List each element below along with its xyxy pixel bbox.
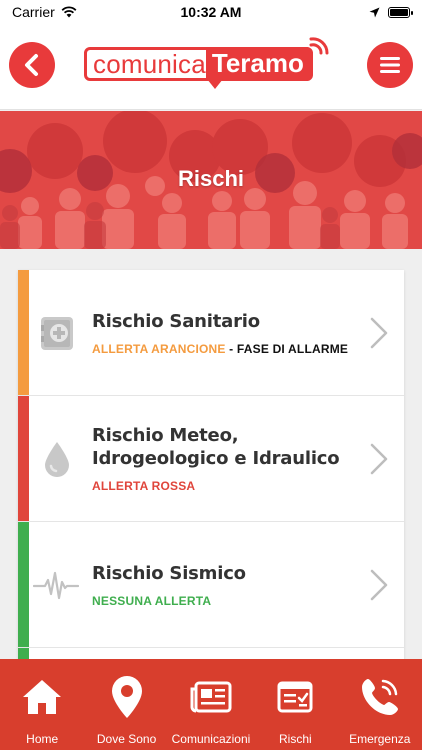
nav-emergenza[interactable]: Emergenza (338, 659, 422, 750)
newspaper-icon (190, 674, 232, 720)
hamburger-menu-icon (380, 57, 400, 73)
home-icon (22, 674, 62, 720)
medical-kit-icon (38, 313, 76, 353)
risk-status: NESSUNA ALLERTA (92, 594, 356, 608)
chevron-right-icon (370, 569, 388, 600)
nav-label: Dove Sono (96, 732, 157, 746)
alert-color-bar (18, 396, 29, 521)
menu-button[interactable] (367, 42, 413, 88)
water-drop-icon (38, 439, 76, 479)
back-button[interactable] (9, 42, 55, 88)
wifi-icon (61, 6, 77, 18)
app-logo: comunica Teramo (84, 37, 329, 89)
logo-text-comunica: comunica (93, 49, 206, 79)
bottom-navigation: Home Dove Sono Comunicazioni Rischi Emer… (0, 659, 422, 750)
location-pin-icon (111, 674, 143, 720)
alert-color-bar (18, 522, 29, 647)
page-banner: Rischi (0, 111, 422, 249)
nav-rischi[interactable]: Rischi (253, 659, 337, 750)
page-title: Rischi (177, 166, 245, 191)
risk-title: Rischio Sanitario (92, 310, 260, 332)
nav-comunicazioni[interactable]: Comunicazioni (169, 659, 253, 750)
risk-item-sanitario[interactable]: Rischio Sanitario ALLERTA ARANCIONE - FA… (18, 270, 404, 396)
nav-label: Emergenza (349, 732, 411, 746)
risk-list: Rischio Sanitario ALLERTA ARANCIONE - FA… (18, 270, 404, 660)
chevron-right-icon (370, 317, 388, 348)
risk-status: ALLERTA ROSSA (92, 479, 356, 493)
nav-dove-sono[interactable]: Dove Sono (85, 659, 169, 750)
risk-title: Rischio Sismico (92, 562, 246, 584)
phone-icon (358, 674, 402, 720)
nav-label: Comunicazioni (171, 732, 251, 746)
risk-title: Rischio Meteo, Idrogeologico e Idraulico (92, 425, 340, 469)
nav-label: Home (26, 732, 59, 746)
nav-home[interactable]: Home (0, 659, 84, 750)
risk-item-meteo[interactable]: Rischio Meteo, Idrogeologico e Idraulico… (18, 396, 404, 522)
signal-waves-icon (309, 37, 329, 55)
battery-icon (388, 6, 413, 18)
alert-phase-label: - FASE DI ALLARME (225, 341, 349, 356)
status-bar: Carrier 10:32 AM (0, 0, 422, 24)
risk-status: ALLERTA ARANCIONE - FASE DI ALLARME (92, 342, 356, 356)
logo-text-teramo: Teramo (205, 47, 310, 81)
alert-color-bar (18, 270, 29, 395)
alert-level-label: NESSUNA ALLERTA (92, 593, 212, 608)
app-header: comunica Teramo (0, 24, 422, 110)
carrier-label: Carrier (12, 4, 55, 20)
nav-label: Rischi (279, 732, 312, 746)
location-arrow-icon (369, 7, 380, 17)
alert-level-label: ALLERTA ARANCIONE (92, 341, 226, 356)
seismograph-icon (32, 565, 80, 605)
checklist-icon (277, 674, 313, 720)
chevron-right-icon (370, 443, 388, 474)
risk-item-sismico[interactable]: Rischio Sismico NESSUNA ALLERTA (18, 522, 404, 648)
chevron-left-icon (25, 54, 38, 76)
alert-level-label: ALLERTA ROSSA (92, 479, 196, 493)
